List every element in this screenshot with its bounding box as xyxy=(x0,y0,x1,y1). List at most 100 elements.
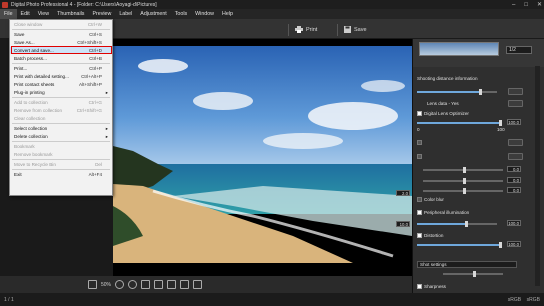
zoom-out-icon[interactable] xyxy=(115,280,125,289)
printer-icon xyxy=(295,25,303,35)
lens-update-button[interactable] xyxy=(508,100,523,107)
menu-bar: File Edit View Thumbnails Preview Label … xyxy=(0,9,544,19)
status-bar: 1 / 1 sRGB sRGB xyxy=(0,293,544,306)
zoom-in-icon[interactable] xyxy=(128,280,138,289)
menu-label[interactable]: Label xyxy=(115,9,136,19)
diffraction-row xyxy=(417,154,424,160)
menu-bookmark[interactable]: Bookmark xyxy=(10,143,112,150)
color-blur-checkbox[interactable] xyxy=(417,197,422,203)
dlo-max: 100 xyxy=(497,127,505,132)
tool-palette-scrollbar[interactable] xyxy=(535,66,540,286)
sharpness-row: Sharpness xyxy=(417,284,446,290)
menu-view[interactable]: View xyxy=(34,9,53,19)
color-space-2: sRGB xyxy=(526,296,540,303)
peripheral-slider[interactable] xyxy=(417,221,497,227)
menu-edit[interactable]: Edit xyxy=(17,9,34,19)
fine-value-3[interactable]: 0.0 xyxy=(507,187,521,193)
menu-thumbnails[interactable]: Thumbnails xyxy=(53,9,88,19)
af-point-icon[interactable] xyxy=(167,280,177,289)
fine-slider-3[interactable] xyxy=(423,188,503,194)
distortion-value[interactable]: 100.0 xyxy=(507,241,521,247)
sharpness-checkbox[interactable] xyxy=(417,284,422,290)
layout-icon[interactable] xyxy=(193,280,203,289)
image-count: 1 / 1 xyxy=(4,296,14,303)
submenu-arrow-icon: ▸ xyxy=(105,126,108,131)
grid-icon[interactable] xyxy=(141,280,151,289)
distortion-row: Distortion xyxy=(417,233,444,239)
fine-value-2[interactable]: 0.0 xyxy=(507,177,521,183)
side-value-2[interactable]: 10.0 xyxy=(396,221,410,227)
menu-print-contact-sheets[interactable]: Print contact sheets Alt+Shift+P xyxy=(10,81,112,88)
menu-adjustment[interactable]: Adjustment xyxy=(136,9,171,19)
menu-remove-from-collection[interactable]: Remove from collection Ctrl+Shift+G xyxy=(10,107,112,114)
app-icon xyxy=(2,1,8,8)
menu-tools[interactable]: Tools xyxy=(171,9,191,19)
dlo-value[interactable]: 100.0 xyxy=(507,119,521,125)
sharpness-label: Sharpness xyxy=(424,284,446,289)
fine-value-1[interactable]: 0.0 xyxy=(507,166,521,172)
color-blur-row: Color blur xyxy=(417,197,444,203)
window-title: Digital Photo Professional 4 - [Folder: … xyxy=(11,1,157,8)
menu-remove-bookmark[interactable]: Remove bookmark xyxy=(10,151,112,158)
print-label: Print xyxy=(306,27,318,33)
menu-close-window[interactable]: Close window Ctrl+W xyxy=(10,21,112,28)
menu-print[interactable]: Print... Ctrl+P xyxy=(10,65,112,72)
menu-print-detailed[interactable]: Print with detailed setting... Ctrl+Alt+P xyxy=(10,73,112,80)
distance-slider[interactable] xyxy=(417,89,497,95)
fit-screen-icon[interactable] xyxy=(88,280,97,289)
highlight-icon[interactable] xyxy=(180,280,190,289)
shot-settings-select[interactable]: Shot settings xyxy=(417,261,517,268)
distance-reset-button[interactable] xyxy=(508,88,523,95)
menu-select-collection[interactable]: Select collection ▸ xyxy=(10,125,112,132)
menu-preview[interactable]: Preview xyxy=(88,9,115,19)
menu-help[interactable]: Help xyxy=(218,9,237,19)
peripheral-value[interactable]: 100.0 xyxy=(507,220,521,226)
menu-move-to-recycle-bin[interactable]: Move to Recycle Bin Del xyxy=(10,161,112,168)
shooting-distance-label: Shooting distance information xyxy=(417,76,478,81)
submenu-arrow-icon: ▸ xyxy=(105,134,108,139)
zoom-select[interactable]: 1/2 xyxy=(506,46,532,54)
save-label: Save xyxy=(354,27,367,33)
peripheral-row: Peripheral illumination xyxy=(417,210,470,216)
menu-window[interactable]: Window xyxy=(191,9,218,19)
distortion-checkbox[interactable] xyxy=(417,233,422,239)
menu-save[interactable]: Save Ctrl+S xyxy=(10,31,112,38)
distortion-label: Distortion xyxy=(424,233,444,238)
menu-batch-process[interactable]: Batch process... Ctrl+B xyxy=(10,55,112,62)
menu-file[interactable]: File xyxy=(0,9,17,19)
dlo-checkbox[interactable] xyxy=(417,111,422,117)
menu-add-to-collection[interactable]: Add to collection Ctrl+G xyxy=(10,99,112,106)
fine-slider-2[interactable] xyxy=(423,178,503,184)
navigator-thumbnail[interactable] xyxy=(419,42,499,56)
side-value-1[interactable]: 2.0 xyxy=(396,190,410,196)
navigator: 1/2 xyxy=(413,39,544,67)
zoom-level[interactable]: 50% xyxy=(101,282,111,288)
floppy-icon xyxy=(344,25,351,35)
aberration-button[interactable] xyxy=(508,139,523,146)
distortion-slider[interactable] xyxy=(417,242,502,248)
color-space-1: sRGB xyxy=(507,296,522,303)
compare-icon[interactable] xyxy=(154,280,164,289)
print-button[interactable]: Print xyxy=(288,24,323,36)
peripheral-checkbox[interactable] xyxy=(417,210,422,216)
lens-data-label: Lens data - Yes xyxy=(427,101,459,106)
diffraction-button[interactable] xyxy=(508,153,523,160)
dlo-min: 0 xyxy=(417,127,420,132)
save-button[interactable]: Save xyxy=(337,24,373,36)
menu-delete-collection[interactable]: Delete collection ▸ xyxy=(10,133,112,140)
menu-exit[interactable]: Exit Alt+F4 xyxy=(10,171,112,178)
menu-clear-collection[interactable]: Clear collection xyxy=(10,115,112,122)
close-icon[interactable]: ✕ xyxy=(537,1,542,8)
minimize-icon[interactable]: – xyxy=(512,2,515,8)
menu-save-as[interactable]: Save As... Ctrl+Shift+S xyxy=(10,39,112,46)
aberration-checkbox[interactable] xyxy=(417,140,422,146)
peripheral-label: Peripheral illumination xyxy=(424,210,470,215)
fine-slider-1[interactable] xyxy=(423,167,503,173)
menu-plugin-printing[interactable]: Plug-in printing ▸ xyxy=(10,89,112,96)
shot-slider[interactable] xyxy=(443,271,503,277)
dlo-slider[interactable] xyxy=(417,120,502,126)
viewer-bottom-bar: 50% xyxy=(0,276,412,293)
dlo-row: Digital Lens Optimizer xyxy=(417,111,469,117)
maximize-icon[interactable]: □ xyxy=(524,2,528,8)
diffraction-checkbox[interactable] xyxy=(417,154,422,160)
